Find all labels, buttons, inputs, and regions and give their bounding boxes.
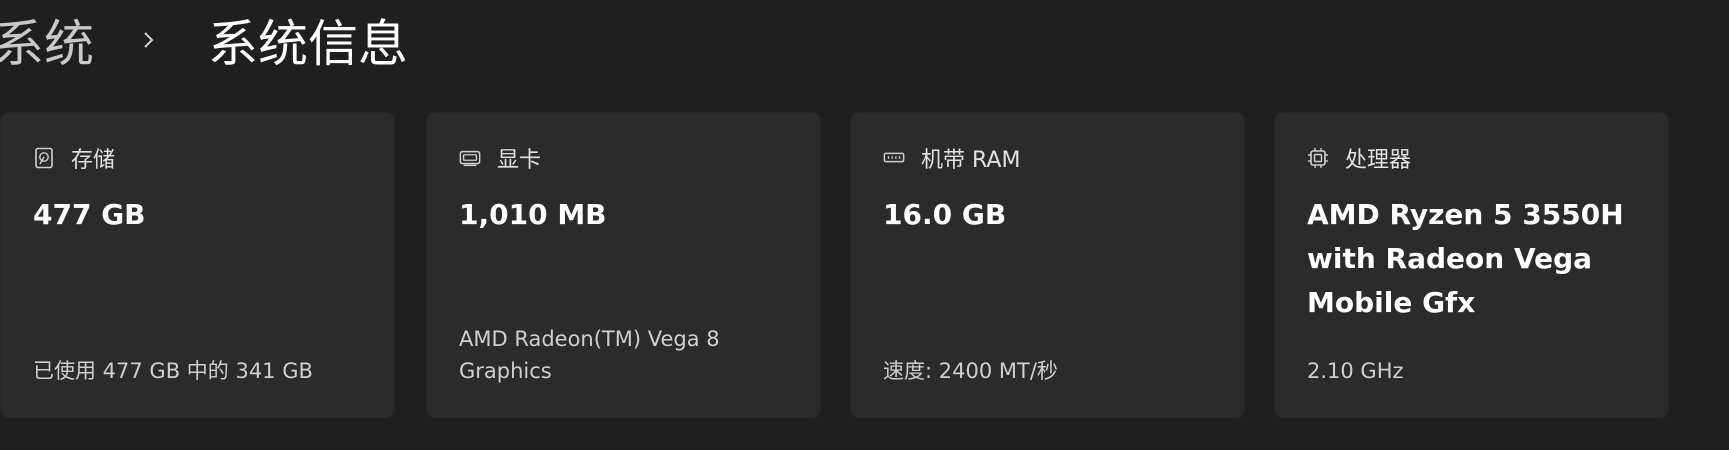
storage-card[interactable]: 存储 477 GB 已使用 477 GB 中的 341 GB xyxy=(0,112,395,418)
card-title: 存储 xyxy=(71,148,116,173)
card-title: 显卡 xyxy=(497,148,542,173)
breadcrumb-parent-link[interactable]: 系统 xyxy=(0,4,94,76)
gpu-card[interactable]: 显卡 1,010 MB AMD Radeon(TM) Vega 8 Graphi… xyxy=(426,112,821,418)
card-value: 16.0 GB xyxy=(883,198,1007,231)
card-header: 存储 xyxy=(33,143,115,173)
card-detail: AMD Radeon(TM) Vega 8 Graphics xyxy=(459,327,720,383)
card-header: 机带 RAM xyxy=(883,143,1020,173)
card-value: AMD Ryzen 5 3550H with Radeon Vega Mobil… xyxy=(1307,198,1624,319)
ram-icon xyxy=(883,147,905,169)
card-header: 显卡 xyxy=(459,143,541,173)
card-header: 处理器 xyxy=(1307,143,1411,173)
breadcrumb: 系统 系统信息 xyxy=(0,8,408,73)
card-value: 1,010 MB xyxy=(459,198,607,231)
system-info-cards: 存储 477 GB 已使用 477 GB 中的 341 GB 显卡 1,010 … xyxy=(0,112,1729,418)
cpu-icon xyxy=(1307,147,1329,169)
cpu-card[interactable]: 处理器 AMD Ryzen 5 3550H with Radeon Vega M… xyxy=(1274,112,1669,418)
card-title: 机带 RAM xyxy=(921,148,1021,173)
gpu-icon xyxy=(459,147,481,169)
card-title: 处理器 xyxy=(1345,148,1412,173)
card-value: 477 GB xyxy=(33,198,146,231)
card-detail: 速度: 2400 MT/秒 xyxy=(883,359,1058,383)
card-detail: 2.10 GHz xyxy=(1307,359,1404,383)
ram-card[interactable]: 机带 RAM 16.0 GB 速度: 2400 MT/秒 xyxy=(850,112,1245,418)
page-title: 系统信息 xyxy=(208,15,408,73)
chevron-right-icon xyxy=(128,20,168,60)
card-detail: 已使用 477 GB 中的 341 GB xyxy=(33,359,313,383)
storage-icon xyxy=(33,147,55,169)
